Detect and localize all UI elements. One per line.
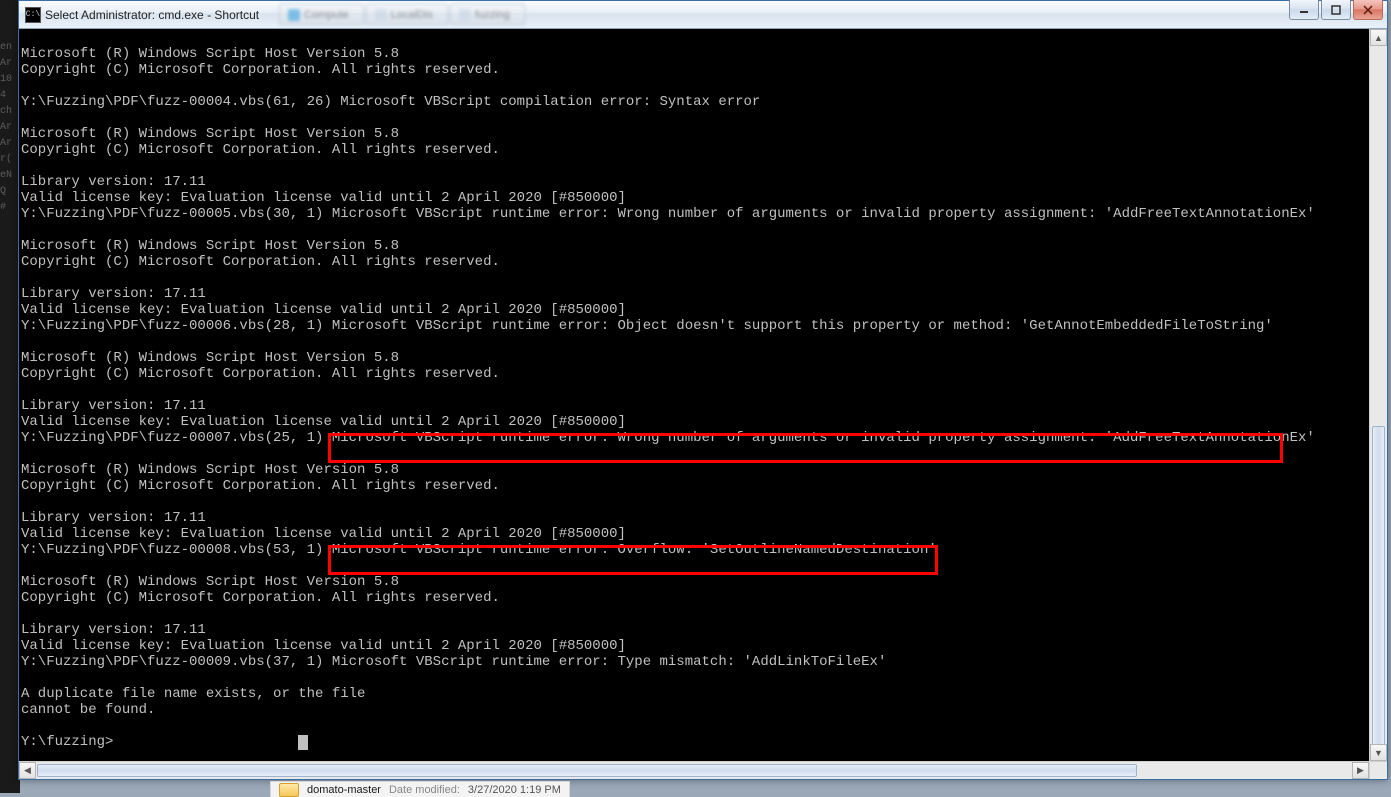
maximize-button[interactable] xyxy=(1321,0,1351,20)
terminal-line: Y:\Fuzzing\PDF\fuzz-00006.vbs(28, 1) Mic… xyxy=(21,318,1369,334)
terminal-line: Library version: 17.11 xyxy=(21,398,1369,414)
terminal-line: Library version: 17.11 xyxy=(21,174,1369,190)
terminal-line: Valid license key: Evaluation license va… xyxy=(21,526,1369,542)
cmd-window: C:\ Select Administrator: cmd.exe - Shor… xyxy=(18,0,1388,780)
terminal-line: Copyright (C) Microsoft Corporation. All… xyxy=(21,254,1369,270)
close-icon xyxy=(1363,5,1373,15)
terminal-line xyxy=(21,606,1369,622)
terminal-prompt: Y:\fuzzing> xyxy=(21,734,113,750)
terminal-line: Library version: 17.11 xyxy=(21,510,1369,526)
terminal-line: Copyright (C) Microsoft Corporation. All… xyxy=(21,478,1369,494)
background-tab: fuzzing xyxy=(450,3,525,25)
tab-label: fuzzing xyxy=(475,9,510,21)
vertical-scroll-thumb[interactable] xyxy=(1372,426,1385,746)
terminal-line xyxy=(21,558,1369,574)
vertical-scrollbar[interactable]: ▲ ▼ xyxy=(1369,29,1387,761)
vertical-scroll-track[interactable] xyxy=(1370,46,1387,744)
cmd-icon: C:\ xyxy=(25,7,41,23)
background-tab: Compute xyxy=(279,3,364,25)
terminal-line: Microsoft (R) Windows Script Host Versio… xyxy=(21,238,1369,254)
scroll-up-button[interactable]: ▲ xyxy=(1370,29,1387,46)
terminal-line: Microsoft (R) Windows Script Host Versio… xyxy=(21,350,1369,366)
terminal-line: cannot be found. xyxy=(21,702,1369,718)
tab-favicon xyxy=(288,9,300,21)
terminal-line xyxy=(21,30,1369,46)
terminal-line: Y:\Fuzzing\PDF\fuzz-00007.vbs(25, 1) Mic… xyxy=(21,430,1369,446)
tab-favicon xyxy=(375,9,387,21)
scrollbar-corner xyxy=(1369,761,1387,779)
horizontal-scroll-thumb[interactable] xyxy=(37,764,1137,777)
terminal-line xyxy=(21,270,1369,286)
terminal-line: Valid license key: Evaluation license va… xyxy=(21,414,1369,430)
terminal-line: Microsoft (R) Windows Script Host Versio… xyxy=(21,462,1369,478)
folder-icon xyxy=(279,783,299,797)
window-title: Select Administrator: cmd.exe - Shortcut xyxy=(45,8,259,22)
terminal-line xyxy=(21,718,1369,734)
terminal-line: A duplicate file name exists, or the fil… xyxy=(21,686,1369,702)
terminal-line xyxy=(21,334,1369,350)
terminal-line: Y:\Fuzzing\PDF\fuzz-00004.vbs(61, 26) Mi… xyxy=(21,94,1369,110)
terminal-line: Y:\Fuzzing\PDF\fuzz-00009.vbs(37, 1) Mic… xyxy=(21,654,1369,670)
terminal-line: Microsoft (R) Windows Script Host Versio… xyxy=(21,46,1369,62)
title-bar[interactable]: C:\ Select Administrator: cmd.exe - Shor… xyxy=(19,1,1387,29)
scroll-down-button[interactable]: ▼ xyxy=(1370,744,1387,761)
tab-label: LocalDis xyxy=(391,9,433,21)
tab-favicon xyxy=(459,9,471,21)
terminal-line: Y:\Fuzzing\PDF\fuzz-00005.vbs(30, 1) Mic… xyxy=(21,206,1369,222)
terminal-line xyxy=(21,446,1369,462)
explorer-details-strip: domato-master Date modified: 3/27/2020 1… xyxy=(270,781,570,797)
terminal-line: Copyright (C) Microsoft Corporation. All… xyxy=(21,590,1369,606)
terminal-output[interactable]: Microsoft (R) Windows Script Host Versio… xyxy=(21,30,1369,761)
terminal-cursor xyxy=(298,735,308,750)
terminal-line xyxy=(21,494,1369,510)
background-browser-tabs: Compute LocalDis fuzzing xyxy=(279,3,525,25)
scroll-right-button[interactable]: ▶ xyxy=(1352,762,1369,779)
terminal-line xyxy=(21,382,1369,398)
terminal-line xyxy=(21,78,1369,94)
terminal-line xyxy=(21,158,1369,174)
terminal-line: Valid license key: Evaluation license va… xyxy=(21,302,1369,318)
terminal-line: Library version: 17.11 xyxy=(21,286,1369,302)
close-button[interactable] xyxy=(1353,0,1383,20)
terminal-line: Microsoft (R) Windows Script Host Versio… xyxy=(21,574,1369,590)
date-modified-label: Date modified: xyxy=(389,784,460,796)
maximize-icon xyxy=(1331,5,1341,15)
terminal-line xyxy=(21,222,1369,238)
terminal-line: Copyright (C) Microsoft Corporation. All… xyxy=(21,62,1369,78)
horizontal-scrollbar[interactable]: ◀ ▶ xyxy=(19,761,1369,779)
scroll-left-button[interactable]: ◀ xyxy=(19,762,36,779)
terminal-line: Valid license key: Evaluation license va… xyxy=(21,190,1369,206)
selected-item-name: domato-master xyxy=(307,784,381,796)
terminal-line: Copyright (C) Microsoft Corporation. All… xyxy=(21,366,1369,382)
terminal-line: Valid license key: Evaluation license va… xyxy=(21,638,1369,654)
date-modified-value: 3/27/2020 1:19 PM xyxy=(468,784,561,796)
terminal-line: Y:\Fuzzing\PDF\fuzz-00008.vbs(53, 1) Mic… xyxy=(21,542,1369,558)
window-controls xyxy=(1289,0,1383,20)
background-tab: LocalDis xyxy=(366,3,448,25)
terminal-line xyxy=(21,670,1369,686)
terminal-line xyxy=(21,110,1369,126)
background-editor-strip: enAr104chArArr(eNQ# xyxy=(0,0,20,793)
tab-label: Compute xyxy=(304,9,349,21)
terminal-line: Library version: 17.11 xyxy=(21,622,1369,638)
terminal-line: Microsoft (R) Windows Script Host Versio… xyxy=(21,126,1369,142)
minimize-button[interactable] xyxy=(1289,0,1319,20)
terminal-prompt-line[interactable]: Y:\fuzzing> xyxy=(21,734,1369,750)
terminal-line: Copyright (C) Microsoft Corporation. All… xyxy=(21,142,1369,158)
minimize-icon xyxy=(1299,5,1309,15)
